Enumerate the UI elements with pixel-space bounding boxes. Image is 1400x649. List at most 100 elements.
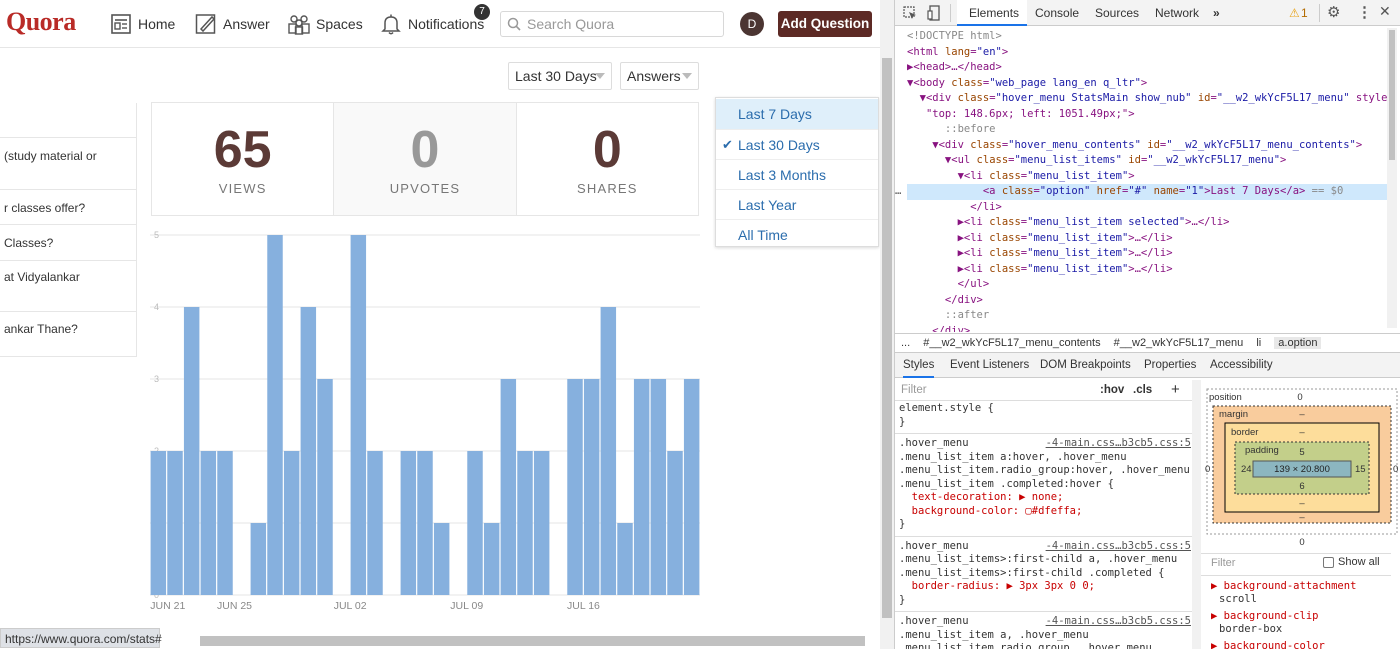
period-select[interactable]: Last 30 Days xyxy=(508,62,612,90)
close-icon[interactable]: ✕ xyxy=(1379,3,1391,20)
stat-views-value: 65 xyxy=(213,120,272,179)
dom-node[interactable]: <!DOCTYPE html> xyxy=(907,29,1387,45)
tab-accessibility[interactable]: Accessibility xyxy=(1210,353,1273,378)
list-item[interactable]: r classes offer? xyxy=(0,189,137,224)
screen: Quora Home Answer Spaces Notifications 7… xyxy=(0,0,1400,649)
dom-node[interactable]: ▼<div class="hover_menu_contents" id="__… xyxy=(907,138,1387,154)
stat-upvotes[interactable]: 0 UPVOTES xyxy=(334,103,517,215)
menu-item-last-3-months[interactable]: Last 3 Months xyxy=(716,159,878,189)
content-type-select[interactable]: Answers xyxy=(620,62,699,90)
dom-node-more[interactable]: … xyxy=(895,184,905,200)
dom-node[interactable]: <a class="option" href="#" name="1">Last… xyxy=(907,184,1387,200)
computed-property[interactable]: ▶ background-color xyxy=(1211,640,1391,649)
css-line: .menu_list_items>:first-child a, .hover_… xyxy=(899,553,1178,565)
dom-node[interactable]: ▼<div class="hover_menu StatsMain show_n… xyxy=(907,91,1387,107)
home-icon xyxy=(111,14,131,34)
css-line: .menu_list_item a, .hover_menu xyxy=(899,628,1089,641)
dom-node[interactable]: ▼<ul class="menu_list_items" id="__w2_wk… xyxy=(907,153,1387,169)
class-toggle[interactable]: .cls xyxy=(1133,379,1152,401)
dom-node[interactable]: </li> xyxy=(907,200,1387,216)
nav-answer[interactable]: Answer xyxy=(195,10,270,38)
tab-console[interactable]: Console xyxy=(1035,0,1079,26)
dom-node[interactable]: ▶<li class="menu_list_item selected">…</… xyxy=(907,215,1387,231)
computed-property[interactable]: ▶ background-clip border-box xyxy=(1211,610,1391,636)
dom-tree-scrollbar-thumb[interactable] xyxy=(1389,30,1395,160)
dom-node[interactable]: </div> xyxy=(907,293,1387,309)
more-options-icon[interactable]: ⋮ xyxy=(1357,3,1372,21)
tab-styles[interactable]: Styles xyxy=(903,353,935,378)
dom-node[interactable]: ▶<li class="menu_list_item">…</li> xyxy=(907,246,1387,262)
tab-properties[interactable]: Properties xyxy=(1144,353,1196,378)
dom-node[interactable]: </ul> xyxy=(907,277,1387,293)
css-source-link[interactable]: -4-main.css…b3cb5.css:5 xyxy=(1046,615,1191,629)
tab-sources[interactable]: Sources xyxy=(1095,0,1139,26)
show-all-checkbox[interactable]: Show all xyxy=(1323,556,1380,568)
more-tabs-button[interactable]: » xyxy=(1213,0,1220,26)
tab-event-listeners[interactable]: Event Listeners xyxy=(950,353,1029,378)
dom-node[interactable]: ::before xyxy=(907,122,1387,138)
y-tick-label: 3 xyxy=(154,374,159,384)
horizontal-scrollbar[interactable] xyxy=(200,636,865,646)
dom-node[interactable]: "top: 148.6px; left: 1051.49px;"> xyxy=(907,107,1387,123)
quora-page: Quora Home Answer Spaces Notifications 7… xyxy=(0,0,880,649)
device-toolbar-icon[interactable] xyxy=(927,5,941,21)
styles-scrollbar[interactable] xyxy=(1192,380,1201,649)
padding-label: padding xyxy=(1245,445,1279,456)
divider xyxy=(950,4,951,22)
menu-item-all-time[interactable]: All Time xyxy=(716,219,878,249)
nav-notifications[interactable]: Notifications xyxy=(380,10,484,38)
warning-icon[interactable]: ⚠ xyxy=(1289,6,1300,20)
tab-network[interactable]: Network xyxy=(1155,0,1199,26)
x-tick-label: JUL 02 xyxy=(334,600,367,612)
breadcrumb-item[interactable]: #__w2_wkYcF5L17_menu_contents xyxy=(923,337,1100,349)
search-input[interactable]: Search Quora xyxy=(500,11,724,37)
user-avatar[interactable]: D xyxy=(740,12,764,36)
breadcrumb-item[interactable]: li xyxy=(1256,337,1261,349)
list-item[interactable]: ankar Thane? xyxy=(0,311,137,357)
chart-bar xyxy=(217,451,233,595)
new-rule-button[interactable]: + xyxy=(1171,379,1180,401)
chart-bar xyxy=(417,451,433,595)
menu-item-last-year[interactable]: Last Year xyxy=(716,189,878,219)
dom-node[interactable]: ▶<li class="menu_list_item">…</li> xyxy=(907,231,1387,247)
css-source-link[interactable]: -4-main.css…b3cb5.css:5 xyxy=(1046,437,1191,451)
tab-dom-breakpoints[interactable]: DOM Breakpoints xyxy=(1040,353,1131,378)
breadcrumb-current[interactable]: a.option xyxy=(1274,337,1322,349)
chart-bar xyxy=(267,235,283,595)
css-source-link[interactable]: -4-main.css…b3cb5.css:5 xyxy=(1046,540,1191,554)
breadcrumb-ellipsis[interactable]: ... xyxy=(901,337,910,349)
css-rule[interactable]: .hover_menu .menu_list_item a:hover, .hov… xyxy=(899,437,1191,532)
quora-logo[interactable]: Quora xyxy=(6,7,76,37)
dom-node[interactable]: <html lang="en"> xyxy=(907,45,1387,61)
list-item[interactable]: Classes? xyxy=(0,224,137,260)
add-question-button[interactable]: Add Question xyxy=(778,11,872,37)
menu-item-last-7-days[interactable]: Last 7 Days xyxy=(716,99,878,129)
nav-spaces[interactable]: Spaces xyxy=(288,10,363,38)
dom-node[interactable]: ▶<li class="menu_list_item">…</li> xyxy=(907,262,1387,278)
menu-item-last-30-days[interactable]: ✔ Last 30 Days xyxy=(716,129,878,159)
page-scrollbar-thumb[interactable] xyxy=(882,58,892,618)
hover-state-toggle[interactable]: :hov xyxy=(1100,379,1124,401)
stat-shares[interactable]: 0 SHARES xyxy=(517,103,698,215)
breadcrumb-item[interactable]: #__w2_wkYcF5L17_menu xyxy=(1114,337,1244,349)
css-rule[interactable]: .hover_menu .menu_list_items>:first-child… xyxy=(899,540,1191,608)
computed-property[interactable]: ▶ background-attachment scroll xyxy=(1211,580,1391,606)
inspect-element-icon[interactable] xyxy=(903,6,917,20)
css-rule[interactable]: element.style {} xyxy=(899,402,1191,429)
list-item[interactable]: at Vidyalankar xyxy=(0,260,137,311)
css-rule[interactable]: .hover_menu .menu_list_item a, .hover_men… xyxy=(899,615,1191,649)
gear-icon[interactable]: ⚙ xyxy=(1327,3,1340,21)
computed-filter-input[interactable]: Filter xyxy=(1211,557,1235,569)
x-tick-label: JUL 09 xyxy=(450,600,483,612)
dom-node[interactable]: </div> xyxy=(907,324,1387,333)
x-tick-label: JUN 21 xyxy=(150,600,185,612)
list-item-text: r classes offer? xyxy=(4,201,86,215)
dom-node[interactable]: ::after xyxy=(907,308,1387,324)
dom-node[interactable]: ▼<li class="menu_list_item"> xyxy=(907,169,1387,185)
nav-home[interactable]: Home xyxy=(110,10,175,38)
list-item[interactable]: (study material or xyxy=(0,137,137,189)
dom-node[interactable]: ▶<head>…</head> xyxy=(907,60,1387,76)
dom-node[interactable]: ▼<body class="web_page lang_en q_ltr"> xyxy=(907,76,1387,92)
styles-filter-input[interactable]: Filter :hov .cls + xyxy=(895,379,1201,401)
tab-elements[interactable]: Elements xyxy=(957,0,1027,26)
